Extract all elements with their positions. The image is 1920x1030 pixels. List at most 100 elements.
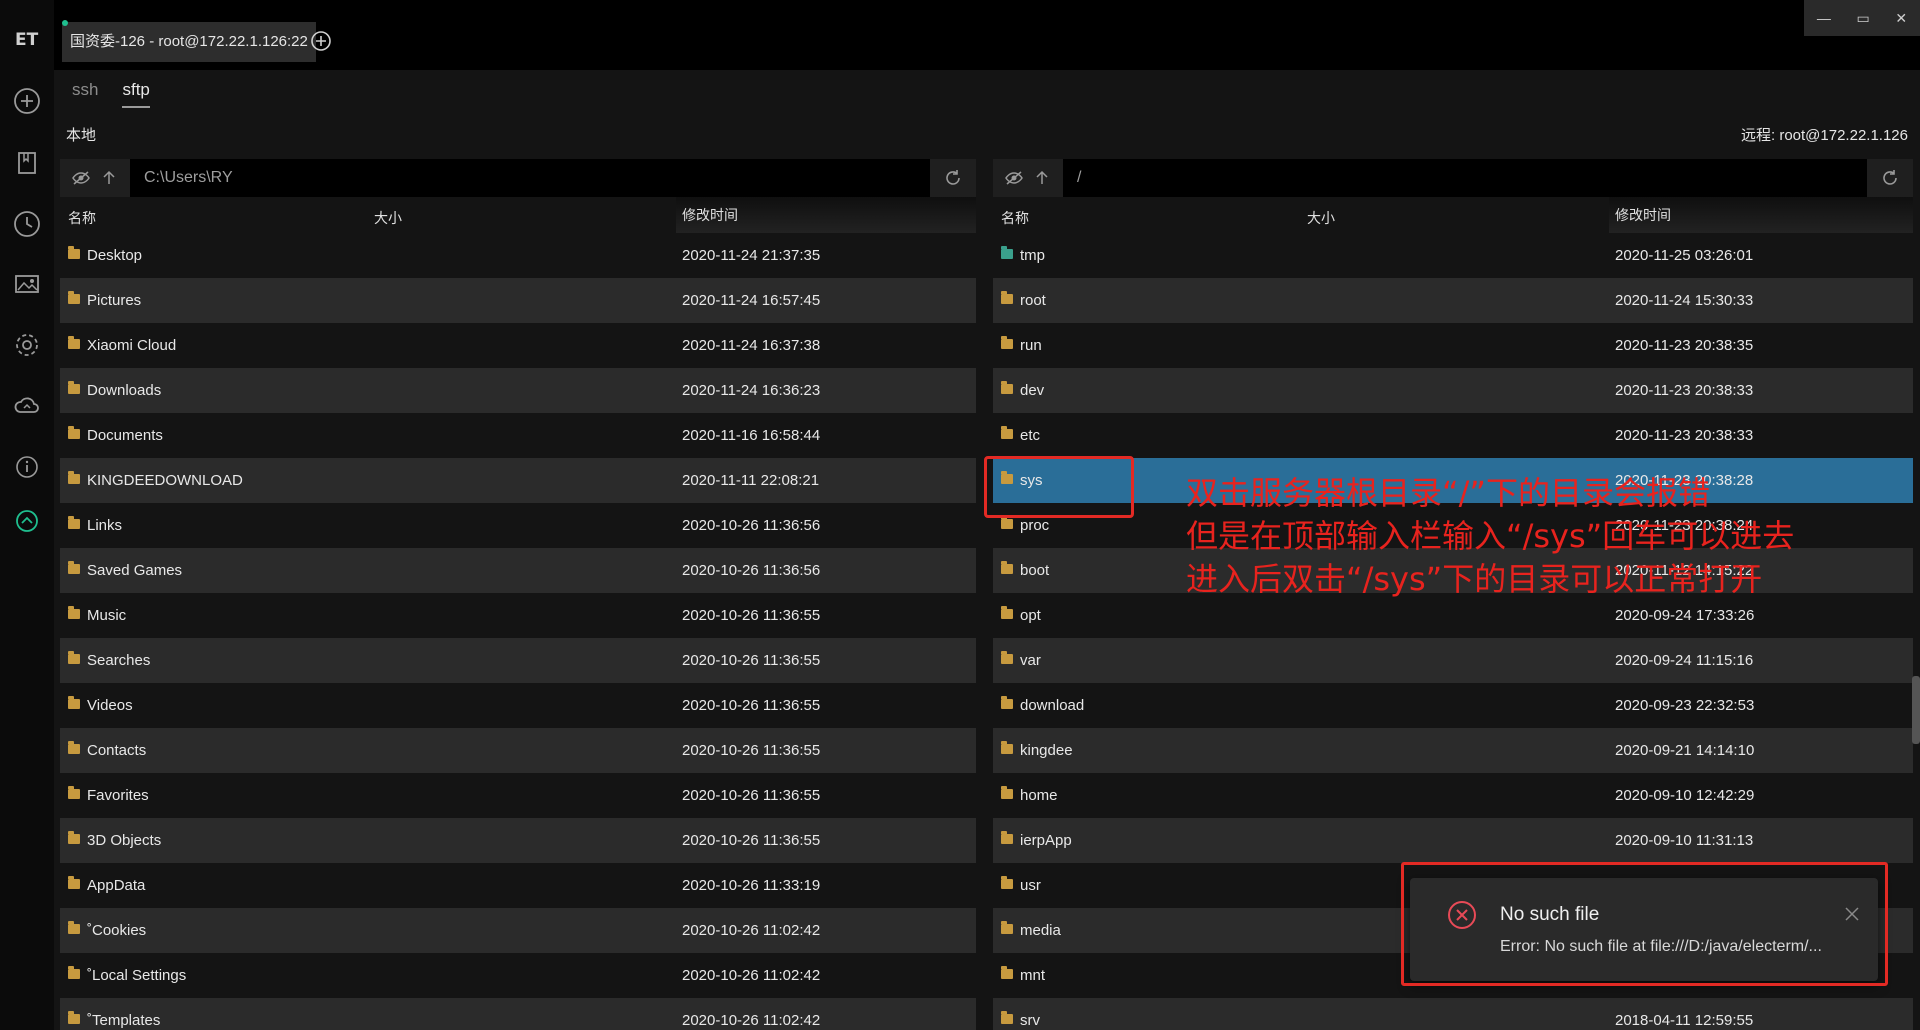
file-row[interactable]: Saved Games 2020-10-26 11:36:56 [60, 548, 976, 593]
file-row[interactable]: var 2020-09-24 11:15:16 [993, 638, 1913, 683]
remote-path-input[interactable]: / [1077, 159, 1081, 197]
hidden-files-toggle-icon[interactable] [72, 169, 90, 187]
annotation-line: 双击服务器根目录“/”下的目录会报错 [1186, 474, 1710, 512]
bookmark-icon[interactable] [12, 148, 42, 178]
file-row[interactable]: Videos 2020-10-26 11:36:55 [60, 683, 976, 728]
cloud-sync-icon[interactable] [12, 391, 42, 421]
file-name: Downloads [87, 382, 162, 399]
file-row[interactable]: AppData 2020-10-26 11:33:19 [60, 863, 976, 908]
session-tab-title: 国资委-126 - root@172.22.1.126:22 [70, 33, 308, 50]
file-name: root [1020, 292, 1046, 309]
history-icon[interactable] [12, 209, 42, 239]
file-name: Documents [87, 427, 163, 444]
file-row[interactable]: 3D Objects 2020-10-26 11:36:55 [60, 818, 976, 863]
file-name: ˚Templates [87, 1012, 161, 1029]
folder-icon [1001, 291, 1013, 304]
file-row[interactable]: Xiaomi Cloud 2020-11-24 16:37:38 [60, 323, 976, 368]
file-row[interactable]: Downloads 2020-11-24 16:36:23 [60, 368, 976, 413]
file-row[interactable]: Desktop 2020-11-24 21:37:35 [60, 233, 976, 278]
file-mtime: 2020-10-26 11:36:55 [682, 652, 821, 669]
remote-scrollbar-thumb[interactable] [1912, 676, 1920, 744]
maximize-button[interactable]: ▭ [1857, 10, 1870, 27]
file-mtime: 2020-11-24 16:36:23 [682, 382, 821, 399]
file-row[interactable]: home 2020-09-10 12:42:29 [993, 773, 1913, 818]
refresh-icon [946, 170, 960, 185]
file-row[interactable]: ˚Local Settings 2020-10-26 11:02:42 [60, 953, 976, 998]
file-row[interactable]: kingdee 2020-09-21 14:14:10 [993, 728, 1913, 773]
column-size[interactable]: 大小 [374, 208, 402, 228]
folder-icon [68, 381, 80, 394]
tab-sftp[interactable]: sftp [122, 80, 150, 108]
file-mtime: 2020-11-25 03:26:01 [1615, 247, 1754, 264]
file-name: ierpApp [1020, 832, 1072, 849]
tab-ssh[interactable]: ssh [72, 80, 98, 108]
file-row[interactable]: dev 2020-11-23 20:38:33 [993, 368, 1913, 413]
local-refresh-button[interactable] [930, 159, 976, 197]
file-row[interactable]: Documents 2020-11-16 16:58:44 [60, 413, 976, 458]
column-size[interactable]: 大小 [1307, 208, 1335, 228]
file-name: Videos [87, 697, 133, 714]
file-mtime: 2020-10-26 11:33:19 [682, 877, 821, 894]
file-row[interactable]: Links 2020-10-26 11:36:56 [60, 503, 976, 548]
session-tab[interactable]: 国资委-126 - root@172.22.1.126:22 [62, 22, 316, 62]
info-icon[interactable] [12, 452, 42, 482]
image-icon[interactable] [12, 269, 42, 299]
column-name[interactable]: 名称 [1001, 208, 1029, 228]
file-row[interactable]: ˚Cookies 2020-10-26 11:02:42 [60, 908, 976, 953]
file-mtime: 2020-10-26 11:36:56 [682, 562, 821, 579]
local-path-bar: C:\Users\RY [60, 159, 976, 197]
folder-icon [68, 606, 80, 619]
file-name: Music [87, 607, 127, 624]
settings-icon[interactable] [12, 330, 42, 360]
file-name: tmp [1020, 247, 1046, 264]
file-name: Contacts [87, 742, 147, 759]
folder-icon [68, 921, 80, 934]
file-row[interactable]: ierpApp 2020-09-10 11:31:13 [993, 818, 1913, 863]
annotation-line: 但是在顶部输入栏输入“/sys”回车可以进去 [1186, 517, 1795, 555]
remote-path-controls [993, 159, 1063, 197]
column-name[interactable]: 名称 [68, 208, 96, 228]
file-row[interactable]: ˚Templates 2020-10-26 11:02:42 [60, 998, 976, 1030]
file-name: run [1020, 337, 1042, 354]
folder-icon [68, 246, 80, 259]
add-tab-icon[interactable] [310, 30, 332, 52]
local-path-input[interactable]: C:\Users\RY [144, 159, 233, 197]
parent-dir-arrow-up-icon[interactable] [1033, 169, 1051, 187]
file-name: KINGDEEDOWNLOAD [87, 472, 243, 489]
folder-icon [1001, 516, 1013, 529]
file-row[interactable]: download 2020-09-23 22:32:53 [993, 683, 1913, 728]
file-row[interactable]: Pictures 2020-11-24 16:57:45 [60, 278, 976, 323]
column-mtime[interactable]: 修改时间 [1609, 197, 1913, 233]
file-name: usr [1020, 877, 1041, 894]
file-mtime: 2020-11-24 16:37:38 [682, 337, 821, 354]
folder-icon [68, 291, 80, 304]
local-file-pane: C:\Users\RY 名称 大小 修改时间 Desktop 2020-11-24… [60, 159, 976, 1030]
file-row[interactable]: Contacts 2020-10-26 11:36:55 [60, 728, 976, 773]
window-controls: — ▭ ✕ [1804, 0, 1920, 36]
remote-refresh-button[interactable] [1867, 159, 1913, 197]
file-row[interactable]: KINGDEEDOWNLOAD 2020-11-11 22:08:21 [60, 458, 976, 503]
file-mtime: 2020-10-26 11:02:42 [682, 922, 821, 939]
file-row[interactable]: Favorites 2020-10-26 11:36:55 [60, 773, 976, 818]
column-mtime[interactable]: 修改时间 [676, 197, 976, 233]
file-row[interactable]: run 2020-11-23 20:38:35 [993, 323, 1913, 368]
file-name: srv [1020, 1012, 1040, 1029]
file-mtime: 2018-04-11 12:59:55 [1615, 1012, 1754, 1029]
file-name: kingdee [1020, 742, 1073, 759]
file-name: download [1020, 697, 1085, 714]
file-row[interactable]: etc 2020-11-23 20:38:33 [993, 413, 1913, 458]
close-button[interactable]: ✕ [1895, 10, 1907, 27]
file-row[interactable]: Searches 2020-10-26 11:36:55 [60, 638, 976, 683]
file-row[interactable]: srv 2018-04-11 12:59:55 [993, 998, 1913, 1030]
refresh-icon [1883, 170, 1897, 185]
hidden-files-toggle-icon[interactable] [1005, 169, 1023, 187]
file-row[interactable]: tmp 2020-11-25 03:26:01 [993, 233, 1913, 278]
parent-dir-arrow-up-icon[interactable] [100, 169, 118, 187]
add-icon[interactable] [12, 86, 42, 116]
file-row[interactable]: root 2020-11-24 15:30:33 [993, 278, 1913, 323]
upgrade-icon[interactable] [12, 506, 42, 536]
file-mtime: 2020-10-26 11:02:42 [682, 1012, 821, 1029]
minimize-button[interactable]: — [1817, 10, 1831, 26]
file-row[interactable]: Music 2020-10-26 11:36:55 [60, 593, 976, 638]
folder-icon [68, 336, 80, 349]
